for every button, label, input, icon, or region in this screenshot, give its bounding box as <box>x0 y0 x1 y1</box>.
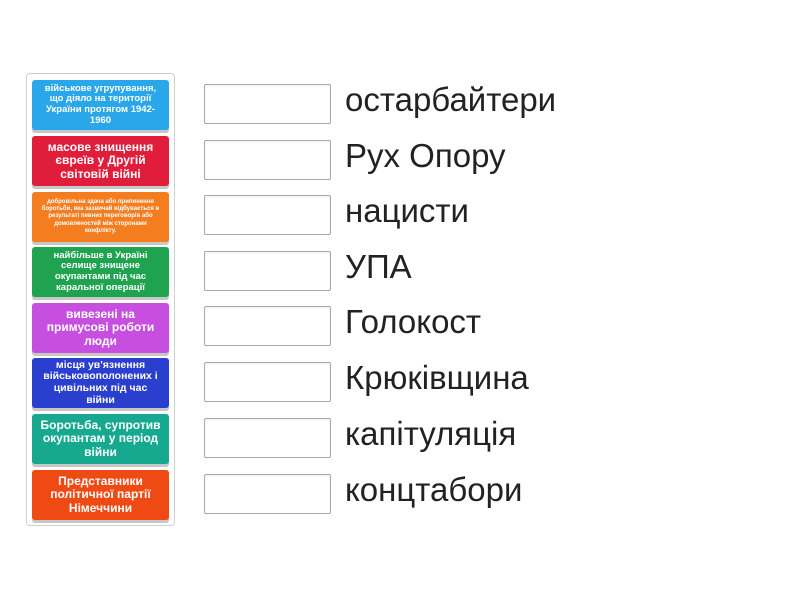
match-row: нацисти <box>204 192 764 237</box>
card-kriukivshchyna-definition[interactable]: найбільше в Україні селище знищене окупа… <box>32 247 169 297</box>
card-text: найбільше в Україні селище знищене окупа… <box>53 249 148 293</box>
card-text: вивезені на примусові роботи люди <box>46 306 155 348</box>
card-holocaust-definition[interactable]: масове знищення євреїв у Другій світовій… <box>32 136 169 186</box>
card-text: місця ув'язнення військовополонених і ци… <box>43 358 158 406</box>
card-concentration-camps-definition[interactable]: місця ув'язнення військовополонених і ци… <box>32 358 169 408</box>
term-label: УПА <box>345 248 412 285</box>
drop-zone[interactable] <box>204 195 331 235</box>
drop-zone[interactable] <box>204 474 331 514</box>
drop-zone[interactable] <box>204 251 331 291</box>
card-resistance-definition[interactable]: Боротьба, супротив окупантам у період ві… <box>32 414 169 464</box>
card-upa-definition[interactable]: військове угрупування, що діяло на терит… <box>32 80 169 130</box>
drop-zone[interactable] <box>204 306 331 346</box>
term-label: остарбайтери <box>345 81 557 118</box>
drop-zone[interactable] <box>204 84 331 124</box>
match-row: Рух Опору <box>204 137 764 182</box>
match-row: Крюківщина <box>204 359 764 404</box>
card-text: Боротьба, супротив окупантам у період ві… <box>40 417 161 459</box>
drop-zone[interactable] <box>204 418 331 458</box>
term-label: Крюківщина <box>345 359 529 396</box>
card-text: військове угрупування, що діяло на терит… <box>44 82 157 126</box>
drop-zone[interactable] <box>204 140 331 180</box>
card-capitulation-definition[interactable]: добровільна здача або припинення боротьб… <box>32 192 169 242</box>
card-ostarbeiter-definition[interactable]: вивезені на примусові роботи люди <box>32 303 169 353</box>
term-label: нацисти <box>345 192 469 229</box>
match-row: капітуляція <box>204 415 764 460</box>
term-label: капітуляція <box>345 415 517 452</box>
card-text: добровільна здача або припинення боротьб… <box>41 199 160 234</box>
match-row: остарбайтери <box>204 81 764 126</box>
drop-zone[interactable] <box>204 362 331 402</box>
card-nazis-definition[interactable]: Представники політичної партії Німеччини <box>32 470 169 520</box>
term-label: Рух Опору <box>345 137 506 174</box>
match-row: Голокост <box>204 303 764 348</box>
card-text: Представники політичної партії Німеччини <box>50 473 151 515</box>
term-label: концтабори <box>345 471 523 508</box>
match-row: УПА <box>204 248 764 293</box>
match-row: концтабори <box>204 471 764 516</box>
term-label: Голокост <box>345 303 482 340</box>
card-text: масове знищення євреїв у Другій світовій… <box>47 139 154 181</box>
